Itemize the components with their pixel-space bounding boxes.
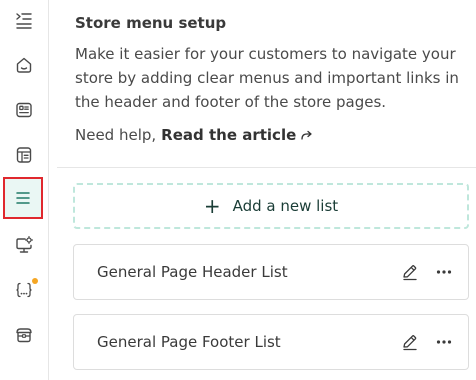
code-braces-icon [16, 282, 32, 298]
list-item-label: General Page Header List [97, 263, 288, 281]
help-row: Need help, Read the article [75, 123, 475, 147]
more-options-button[interactable] [430, 328, 458, 356]
home-icon [16, 57, 32, 73]
store-box-icon [16, 328, 32, 343]
sidebar-item-store[interactable] [4, 315, 44, 355]
sidebar-item-products[interactable] [4, 90, 44, 130]
edit-list-button[interactable] [396, 328, 424, 356]
sidebar-item-pages[interactable] [4, 135, 44, 175]
edit-list-button[interactable] [396, 258, 424, 286]
sidebar-item-home[interactable] [4, 45, 44, 85]
section-divider [57, 167, 476, 168]
more-options-button[interactable] [430, 258, 458, 286]
more-dots-icon [436, 270, 452, 274]
list-item[interactable]: General Page Header List [73, 244, 469, 300]
sidebar [0, 0, 49, 380]
add-new-list-label: Add a new list [232, 197, 339, 215]
page-title: Store menu setup [75, 14, 227, 32]
read-article-label: Read the article [161, 126, 297, 144]
panel-header: Store menu setup Make it easier for your… [75, 10, 475, 147]
sidebar-item-monitor-settings[interactable] [4, 225, 44, 265]
pages-icon [16, 147, 32, 163]
add-new-list-button[interactable]: + Add a new list [73, 183, 469, 229]
pencil-icon [403, 265, 417, 281]
help-prefix: Need help, [75, 126, 157, 144]
store-menu-panel: Store menu setup Make it easier for your… [57, 0, 476, 380]
collapse-menu-icon [16, 13, 32, 29]
sidebar-item-store-menu[interactable] [3, 177, 43, 219]
more-dots-icon [436, 340, 452, 344]
list-item[interactable]: General Page Footer List [73, 314, 469, 370]
monitor-settings-icon [16, 236, 33, 253]
list-item-label: General Page Footer List [97, 333, 281, 351]
notification-dot [32, 278, 38, 284]
pencil-icon [403, 335, 417, 351]
share-arrow-icon [301, 130, 312, 140]
sidebar-item-code[interactable] [4, 270, 44, 310]
plus-icon: + [203, 194, 221, 218]
page-description: Make it easier for your customers to nav… [75, 45, 459, 111]
app-root: Store menu setup Make it easier for your… [0, 0, 476, 380]
menu-list-icon [16, 192, 30, 204]
read-article-link[interactable]: Read the article [161, 123, 314, 147]
product-card-icon [16, 102, 32, 118]
collapse-menu-button[interactable] [4, 0, 44, 40]
